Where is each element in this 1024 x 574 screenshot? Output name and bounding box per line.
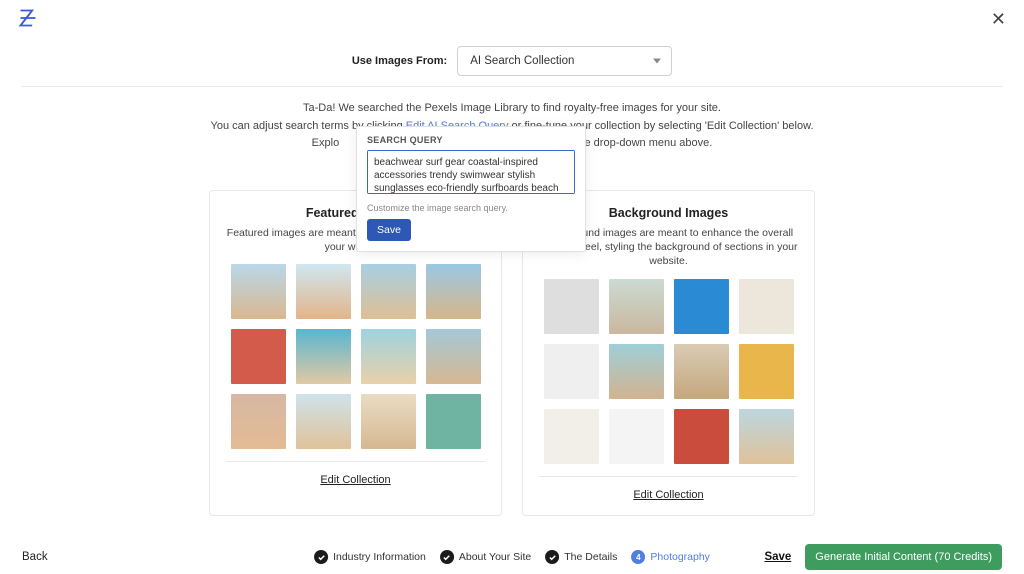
search-query-popover: SEARCH QUERY Customize the image search …: [356, 126, 586, 252]
featured-thumb[interactable]: [296, 394, 351, 449]
save-footer-link[interactable]: Save: [764, 551, 791, 563]
featured-thumb[interactable]: [426, 394, 481, 449]
back-button[interactable]: Back: [22, 551, 48, 563]
background-thumb[interactable]: [544, 279, 599, 334]
step-photography[interactable]: 4 Photography: [631, 550, 710, 564]
background-thumb[interactable]: [674, 409, 729, 464]
background-thumb[interactable]: [609, 279, 664, 334]
background-thumb[interactable]: [739, 279, 794, 334]
step-label: Industry Information: [333, 551, 426, 563]
background-thumb[interactable]: [544, 409, 599, 464]
background-thumb[interactable]: [544, 344, 599, 399]
featured-thumb[interactable]: [231, 329, 286, 384]
background-thumb[interactable]: [674, 279, 729, 334]
featured-edit-collection-link[interactable]: Edit Collection: [320, 474, 390, 486]
source-select[interactable]: AI Search Collection: [457, 46, 672, 76]
step-industry[interactable]: Industry Information: [314, 550, 426, 564]
source-label: Use Images From:: [352, 55, 447, 67]
search-query-title: SEARCH QUERY: [367, 135, 575, 145]
source-select-value: AI Search Collection: [470, 55, 574, 67]
intro-line3a: Explo: [312, 137, 340, 149]
check-icon: [440, 550, 454, 564]
background-thumb[interactable]: [674, 344, 729, 399]
background-edit-collection-link[interactable]: Edit Collection: [633, 489, 703, 501]
featured-thumb[interactable]: [296, 264, 351, 319]
intro-line1: Ta-Da! We searched the Pexels Image Libr…: [0, 100, 1024, 118]
brand-logo: [18, 8, 38, 31]
divider: [22, 86, 1002, 87]
intro-line3b: the drop-down menu above.: [575, 137, 712, 149]
save-query-button[interactable]: Save: [367, 219, 411, 241]
check-icon: [314, 550, 328, 564]
step-number-icon: 4: [631, 550, 645, 564]
featured-thumb[interactable]: [296, 329, 351, 384]
background-thumb[interactable]: [609, 409, 664, 464]
stepper: Industry Information About Your Site The…: [314, 550, 710, 564]
featured-thumb[interactable]: [231, 264, 286, 319]
step-label: The Details: [564, 551, 617, 563]
featured-thumb[interactable]: [361, 394, 416, 449]
step-label: Photography: [650, 551, 710, 563]
featured-thumb[interactable]: [361, 329, 416, 384]
generate-content-button[interactable]: Generate Initial Content (70 Credits): [805, 544, 1002, 570]
check-icon: [545, 550, 559, 564]
step-details[interactable]: The Details: [545, 550, 617, 564]
featured-thumb[interactable]: [426, 329, 481, 384]
featured-thumb[interactable]: [231, 394, 286, 449]
search-query-hint: Customize the image search query.: [367, 203, 575, 213]
background-thumb[interactable]: [609, 344, 664, 399]
close-icon[interactable]: ✕: [991, 9, 1006, 30]
background-thumb[interactable]: [739, 344, 794, 399]
background-thumb[interactable]: [739, 409, 794, 464]
step-label: About Your Site: [459, 551, 531, 563]
search-query-input[interactable]: [367, 150, 575, 194]
featured-thumb[interactable]: [361, 264, 416, 319]
step-about[interactable]: About Your Site: [440, 550, 531, 564]
featured-thumb[interactable]: [426, 264, 481, 319]
